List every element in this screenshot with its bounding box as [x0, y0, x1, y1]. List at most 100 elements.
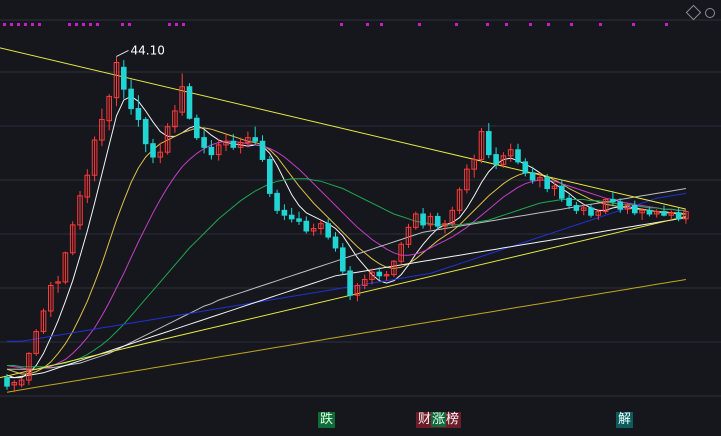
candle-39: [288, 207, 295, 223]
candle-body-36: [267, 158, 273, 194]
candle-body-77: [566, 197, 572, 207]
event-tag-fall[interactable]: 跌: [318, 412, 336, 428]
candle-body-20: [150, 143, 156, 158]
marker-dot-4: [31, 23, 34, 26]
marker-dot-13: [168, 23, 171, 26]
candle-10: [77, 190, 83, 230]
candle-body-59: [434, 215, 441, 227]
candle-body-18: [135, 108, 142, 120]
candle-body-31: [230, 140, 237, 148]
candle-26: [194, 114, 200, 141]
candle-body-90: [661, 211, 667, 216]
candle-86: [632, 200, 638, 216]
candle-body-70: [515, 149, 521, 163]
marker-dot-27: [632, 23, 635, 26]
candle-78: [573, 201, 580, 214]
candle-2: [18, 377, 25, 388]
candle-45: [332, 232, 339, 252]
marker-dot-0: [3, 23, 6, 26]
candle-9: [69, 221, 76, 256]
marker-dot-18: [380, 23, 383, 26]
candle-28: [208, 140, 215, 160]
candle-body-45: [332, 236, 339, 249]
candle-48: [354, 283, 361, 302]
candle-80: [588, 204, 594, 218]
candle-body-78: [573, 205, 580, 211]
marker-dot-23: [529, 23, 532, 26]
candle-6: [48, 281, 54, 318]
candle-body-46: [340, 247, 346, 272]
candle-body-26: [194, 117, 200, 139]
candle-19: [142, 117, 149, 153]
candle-body-35: [259, 140, 266, 160]
candle-61: [449, 206, 456, 228]
candle-body-41: [303, 220, 310, 232]
event-tag-rise: 涨: [431, 412, 447, 427]
candle-body-92: [675, 212, 682, 220]
candle-38: [281, 204, 288, 221]
marker-dot-22: [505, 23, 508, 26]
candle-body-16: [121, 66, 127, 90]
marker-dot-10: [96, 23, 99, 26]
candle-body-40: [296, 218, 302, 222]
candle-body-57: [420, 213, 426, 226]
candle-11: [84, 169, 91, 204]
event-tag-unlock[interactable]: 解: [616, 412, 634, 428]
candle-23: [172, 104, 178, 133]
peak-leader-line: [116, 49, 129, 57]
candle-body-72: [529, 172, 536, 181]
candle-body-27: [201, 137, 207, 148]
marker-dot-14: [175, 23, 178, 26]
marker-dot-24: [547, 23, 550, 26]
candle-62: [456, 187, 463, 214]
candle-body-44: [325, 223, 331, 238]
candle-55: [405, 223, 412, 248]
event-tag-finance: 财: [418, 412, 432, 427]
marker-dot-5: [38, 23, 41, 26]
candlestick-chart: 44.10: [0, 0, 721, 436]
candle-91: [668, 210, 675, 219]
marker-dot-26: [599, 23, 602, 26]
candle-44: [325, 218, 331, 240]
candle-36: [267, 155, 273, 198]
ma-line-5: [7, 192, 686, 342]
candle-90: [661, 205, 667, 217]
candle-37: [274, 189, 280, 214]
candle-body-66: [486, 131, 492, 156]
event-tag-finance-list[interactable]: 财涨榜: [416, 412, 462, 428]
candle-35: [259, 135, 266, 162]
candle-body-71: [522, 161, 529, 174]
candle-body-37: [274, 192, 280, 211]
marker-dot-1: [10, 23, 13, 26]
marker-dot-2: [17, 23, 20, 26]
trend-line-0: [0, 47, 687, 210]
candle-body-38: [281, 209, 288, 216]
candle-body-76: [559, 185, 565, 199]
candle-body-39: [288, 214, 295, 220]
candle-body-80: [588, 207, 594, 216]
candle-body-28: [208, 146, 215, 156]
candle-51: [376, 267, 383, 281]
candle-body-67: [493, 154, 499, 165]
top-markers: [3, 23, 668, 26]
candle-body-34: [252, 137, 258, 142]
candle-25: [186, 83, 193, 120]
candle-64: [471, 154, 477, 178]
candle-body-47: [347, 270, 353, 296]
candle-13: [99, 108, 105, 147]
event-tag-list: 榜: [446, 412, 460, 427]
candle-body-84: [617, 201, 624, 210]
circle-icon[interactable]: [705, 8, 715, 18]
candle-70: [515, 143, 521, 165]
marker-dot-7: [75, 23, 78, 26]
candle-89: [653, 209, 660, 218]
candle-60: [442, 220, 448, 234]
candle-47: [347, 266, 353, 301]
candle-66: [486, 123, 492, 159]
candle-52: [383, 270, 390, 281]
candle-43: [318, 220, 324, 235]
candle-7: [55, 275, 61, 293]
marker-dot-16: [340, 23, 343, 26]
candle-5: [40, 308, 47, 334]
candle-41: [303, 216, 310, 234]
